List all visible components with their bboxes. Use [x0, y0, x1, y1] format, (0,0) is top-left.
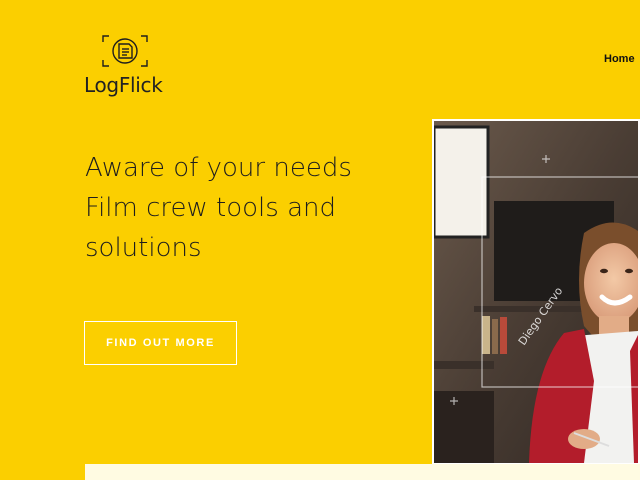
headline-line-3: solutions	[85, 233, 202, 263]
hero-photo: Diego Cervo	[432, 119, 640, 465]
headline-line-1: Aware of your needs	[85, 153, 352, 183]
content-panel	[85, 464, 640, 480]
find-out-more-button[interactable]: FIND OUT MORE	[84, 321, 237, 365]
headline-line-2: Film crew tools and	[85, 193, 336, 223]
hero-headline: Aware of your needs Film crew tools and …	[85, 148, 405, 268]
hero-photo-illustration: Diego Cervo	[434, 121, 638, 463]
brand-name: LogFlick	[84, 73, 163, 97]
camera-document-icon	[102, 35, 148, 67]
brand-logo[interactable]: LogFlick	[84, 32, 174, 97]
nav-home-link[interactable]: Home	[604, 53, 635, 65]
